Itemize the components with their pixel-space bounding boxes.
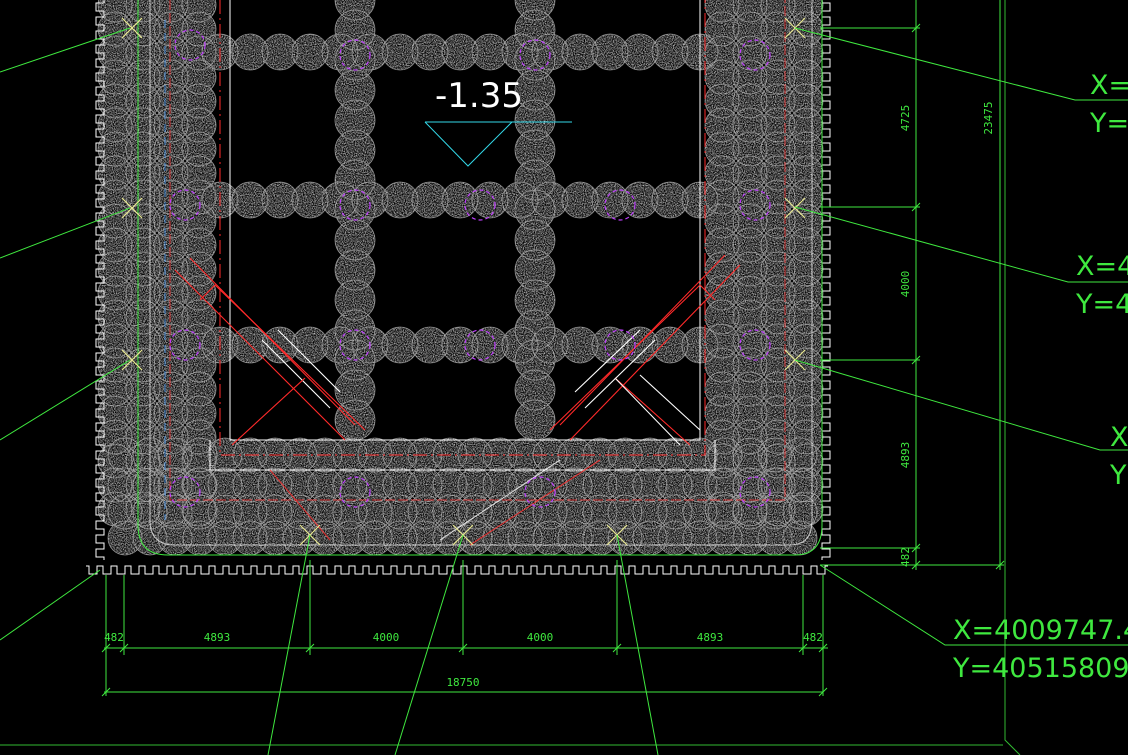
coord-4-x: X=4009747.4 bbox=[953, 615, 1128, 646]
dim-bottom-4: 4000 bbox=[527, 631, 554, 644]
right-dimension-lines bbox=[820, 0, 1005, 570]
dim-bottom-5: 4893 bbox=[697, 631, 724, 644]
elevation-label: -1.35 bbox=[435, 76, 523, 116]
dim-right-overall: 23475 bbox=[982, 101, 995, 134]
dim-right-4: 482 bbox=[899, 547, 912, 567]
dim-right-3: 4893 bbox=[899, 442, 912, 469]
dim-bottom-1: 482 bbox=[104, 631, 124, 644]
coord-2-x: X=4 bbox=[1076, 251, 1128, 282]
cad-drawing-canvas[interactable]: -1.35 482 4893 4000 4000 4893 482 18750 … bbox=[0, 0, 1128, 755]
dim-right-1: 4725 bbox=[899, 105, 912, 132]
right-dimension-texts: 4725 4000 4893 482 23475 bbox=[899, 101, 995, 567]
coord-3-x: X bbox=[1110, 422, 1128, 453]
sheet-pile-edge bbox=[821, 0, 831, 560]
coord-4-y: Y=40515809.3 bbox=[952, 653, 1128, 684]
coord-1-x: X= bbox=[1090, 70, 1128, 101]
dim-bottom-3: 4000 bbox=[373, 631, 400, 644]
dim-right-2: 4000 bbox=[899, 271, 912, 298]
coord-1-y: Y= bbox=[1089, 108, 1128, 139]
coord-3-y: Y bbox=[1109, 460, 1127, 491]
coordinate-labels: X= Y= X=4 Y=4 X Y X=4009747.4 Y=40515809… bbox=[952, 70, 1128, 684]
dim-bottom-6: 482 bbox=[803, 631, 823, 644]
coord-2-y: Y=4 bbox=[1075, 289, 1128, 320]
sheet-pile-edge bbox=[86, 565, 828, 575]
dim-bottom-overall: 18750 bbox=[446, 676, 479, 689]
dim-bottom-2: 4893 bbox=[204, 631, 231, 644]
